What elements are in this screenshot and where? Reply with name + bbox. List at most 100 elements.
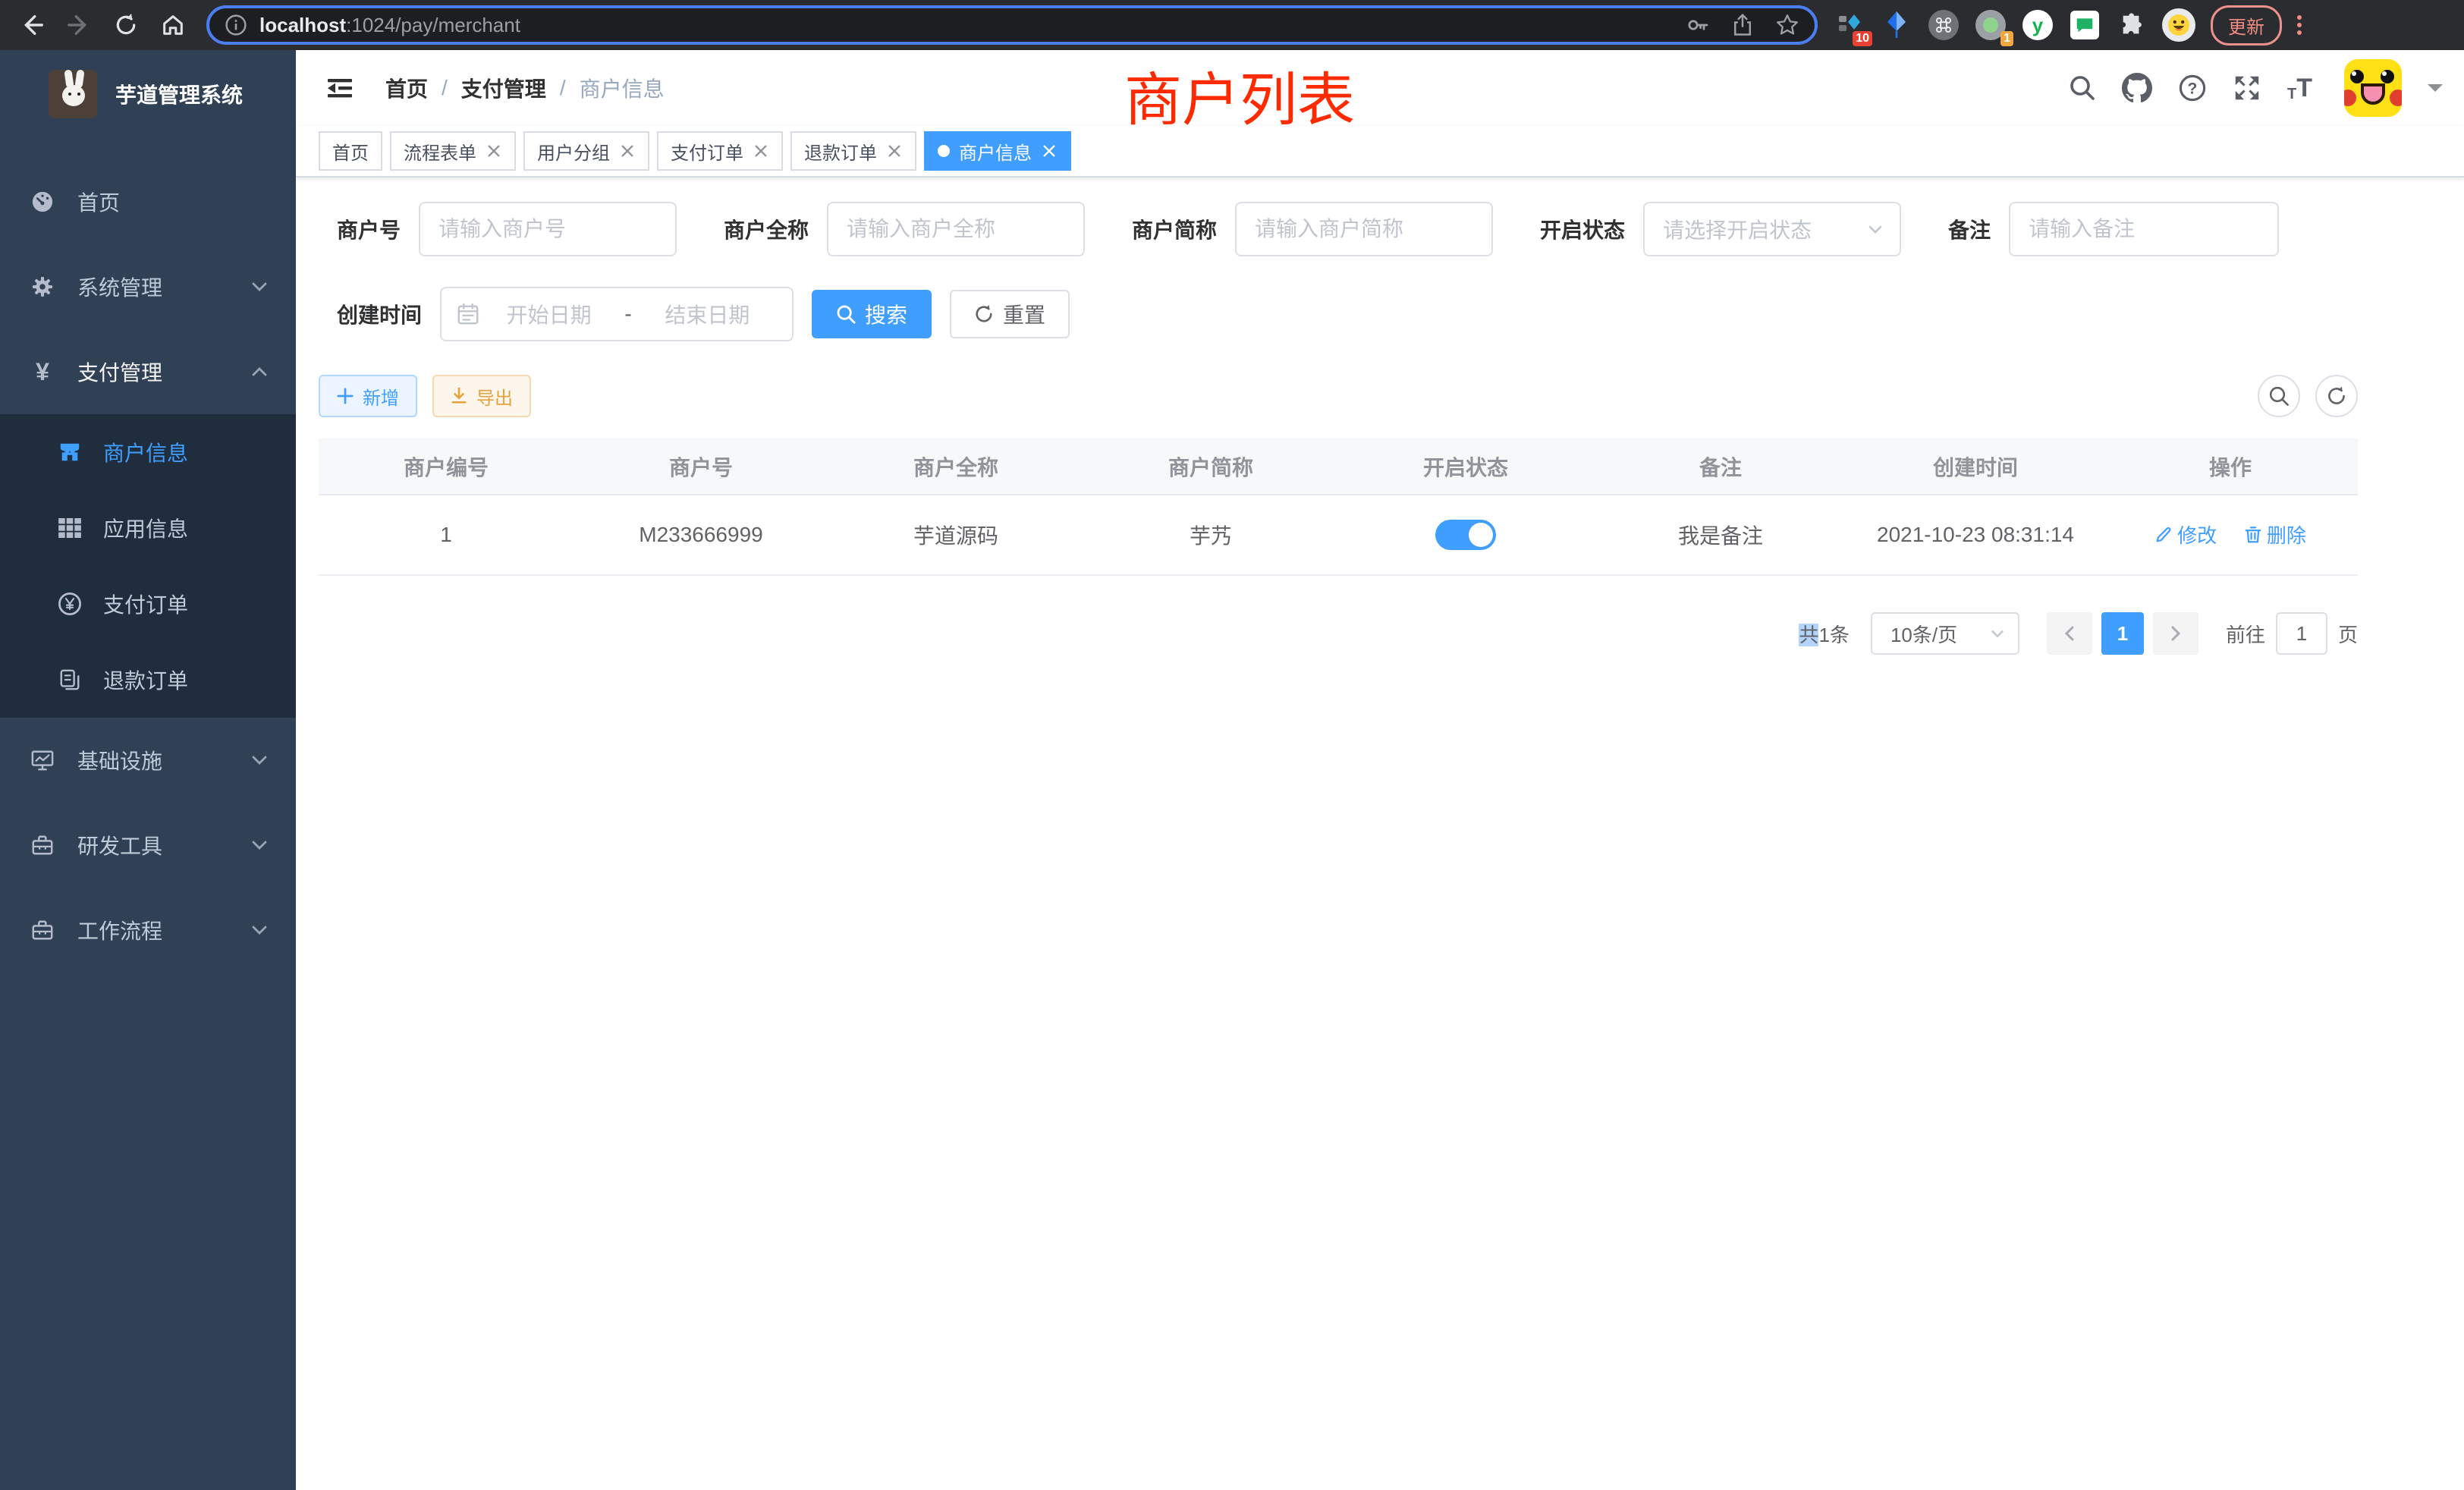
show-search-toggle-button[interactable] [2258, 375, 2300, 417]
export-button[interactable]: 导出 [432, 375, 531, 417]
browser-forward-button[interactable] [59, 5, 99, 45]
share-icon[interactable] [1731, 13, 1754, 37]
page-number-1[interactable]: 1 [2101, 612, 2144, 655]
breadcrumb: 首页 / 支付管理 / 商户信息 [385, 73, 665, 103]
filter-row-1: 商户号 商户全称 商户简称 开启状态 请选择开启状态 [337, 202, 2358, 256]
date-end-placeholder: 结束日期 [638, 299, 777, 329]
refresh-table-button[interactable] [2315, 375, 2358, 417]
edit-link[interactable]: 修改 [2154, 520, 2217, 549]
sidebar-item-label: 商户信息 [103, 437, 188, 467]
browser-toolbar: localhost:1024/pay/merchant 10 1 y [0, 0, 2464, 50]
toolbox-icon [30, 834, 55, 857]
sidebar-item-home[interactable]: 首页 [0, 159, 296, 244]
sidebar-item-dev-tools[interactable]: 研发工具 [0, 803, 296, 888]
create-time-label: 创建时间 [337, 299, 422, 329]
status-select[interactable]: 请选择开启状态 [1643, 202, 1901, 256]
sidebar-item-app-info[interactable]: 应用信息 [0, 490, 296, 566]
prev-page-button[interactable] [2047, 612, 2092, 655]
breadcrumb-separator: / [560, 76, 566, 100]
col-merchant-id: 商户编号 [319, 439, 574, 495]
extension-command-icon[interactable] [1927, 8, 1960, 42]
full-name-input[interactable] [827, 202, 1085, 256]
sidebar-item-workflow[interactable]: 工作流程 [0, 888, 296, 973]
browser-reload-button[interactable] [106, 5, 146, 45]
sidebar-item-payment[interactable]: ¥ 支付管理 [0, 329, 296, 414]
document-copy-icon [58, 668, 82, 691]
cell-actions: 修改 删除 [2103, 495, 2358, 575]
delete-link[interactable]: 删除 [2244, 520, 2306, 549]
sidebar-item-pay-order[interactable]: 支付订单 [0, 566, 296, 642]
sidebar-item-system[interactable]: 系统管理 [0, 244, 296, 329]
remark-input[interactable] [2009, 202, 2279, 256]
grid-icon [58, 518, 82, 538]
search-icon[interactable] [2069, 74, 2096, 102]
extension-green-chat-icon[interactable] [2068, 8, 2101, 42]
sidebar-collapse-icon[interactable] [319, 67, 361, 109]
browser-menu-icon[interactable] [2294, 12, 2305, 38]
short-name-input[interactable] [1235, 202, 1493, 256]
breadcrumb-home[interactable]: 首页 [385, 73, 428, 103]
chevron-down-icon [250, 278, 269, 296]
bookmark-star-icon[interactable] [1775, 13, 1799, 37]
tag-home[interactable]: 首页 [319, 131, 382, 171]
close-icon[interactable] [753, 143, 769, 159]
create-time-range-picker[interactable]: 开始日期 - 结束日期 [440, 287, 794, 341]
browser-update-button[interactable]: 更新 [2211, 5, 2282, 46]
next-page-button[interactable] [2153, 612, 2198, 655]
merchant-no-input[interactable] [419, 202, 677, 256]
extension-adblock-icon[interactable]: 10 [1833, 8, 1866, 42]
browser-home-button[interactable] [153, 5, 193, 45]
tag-process-form[interactable]: 流程表单 [390, 131, 516, 171]
site-info-icon[interactable] [225, 14, 247, 36]
goto-page-input[interactable] [2276, 612, 2327, 655]
sidebar-item-label: 应用信息 [103, 513, 188, 543]
passwords-key-icon[interactable] [1686, 13, 1710, 37]
tag-refund-order[interactable]: 退款订单 [790, 131, 916, 171]
tag-merchant-info[interactable]: 商户信息 [924, 131, 1071, 171]
github-icon[interactable] [2122, 73, 2152, 103]
close-icon[interactable] [486, 143, 502, 159]
close-icon[interactable] [1041, 143, 1058, 159]
page-unit-label: 页 [2338, 620, 2358, 648]
trash-icon [2244, 526, 2262, 544]
sidebar-item-infrastructure[interactable]: 基础设施 [0, 718, 296, 803]
close-icon[interactable] [886, 143, 903, 159]
logo-image [49, 70, 97, 118]
avatar-dropdown-icon[interactable] [2428, 84, 2443, 99]
svg-text:?: ? [2188, 80, 2198, 98]
extension-kite-icon[interactable] [1880, 8, 1913, 42]
address-bar[interactable]: localhost:1024/pay/merchant [206, 5, 1818, 45]
col-status: 开启状态 [1338, 439, 1593, 495]
breadcrumb-payment[interactable]: 支付管理 [461, 73, 546, 103]
full-name-label: 商户全称 [724, 214, 809, 244]
tag-pay-order[interactable]: 支付订单 [657, 131, 783, 171]
close-icon[interactable] [619, 143, 636, 159]
goto-label: 前往 [2226, 620, 2265, 648]
search-button[interactable]: 搜索 [812, 290, 932, 338]
browser-back-button[interactable] [12, 5, 52, 45]
font-size-icon[interactable]: TT [2287, 74, 2312, 103]
sidebar-item-label: 支付订单 [103, 589, 188, 619]
chevron-down-icon [250, 921, 269, 939]
sidebar-item-merchant-info[interactable]: 商户信息 [0, 414, 296, 490]
help-icon[interactable]: ? [2178, 74, 2207, 102]
fullscreen-icon[interactable] [2233, 74, 2261, 102]
merchant-no-label: 商户号 [337, 214, 401, 244]
col-remark: 备注 [1593, 439, 1848, 495]
monitor-chart-icon [30, 749, 55, 772]
extension-y-icon[interactable]: y [2021, 8, 2054, 42]
add-button[interactable]: 新增 [319, 375, 417, 417]
sidebar-logo[interactable]: 芋道管理系统 [0, 50, 296, 138]
tags-view-bar: 首页 流程表单 用户分组 支付订单 退款订单 商户信息 [296, 126, 2464, 178]
reset-button[interactable]: 重置 [950, 290, 1070, 338]
sidebar-item-refund-order[interactable]: 退款订单 [0, 642, 296, 718]
page-size-select[interactable]: 10条/页 [1871, 612, 2019, 655]
extension-tampermonkey-icon[interactable]: 1 [1974, 8, 2007, 42]
extensions-puzzle-icon[interactable] [2115, 8, 2148, 42]
user-avatar[interactable] [2344, 59, 2402, 117]
browser-profile-avatar[interactable] [2162, 8, 2195, 42]
sidebar-item-label: 研发工具 [77, 830, 162, 860]
briefcase-icon [30, 919, 55, 941]
tag-user-group[interactable]: 用户分组 [523, 131, 649, 171]
status-toggle[interactable] [1435, 520, 1496, 550]
